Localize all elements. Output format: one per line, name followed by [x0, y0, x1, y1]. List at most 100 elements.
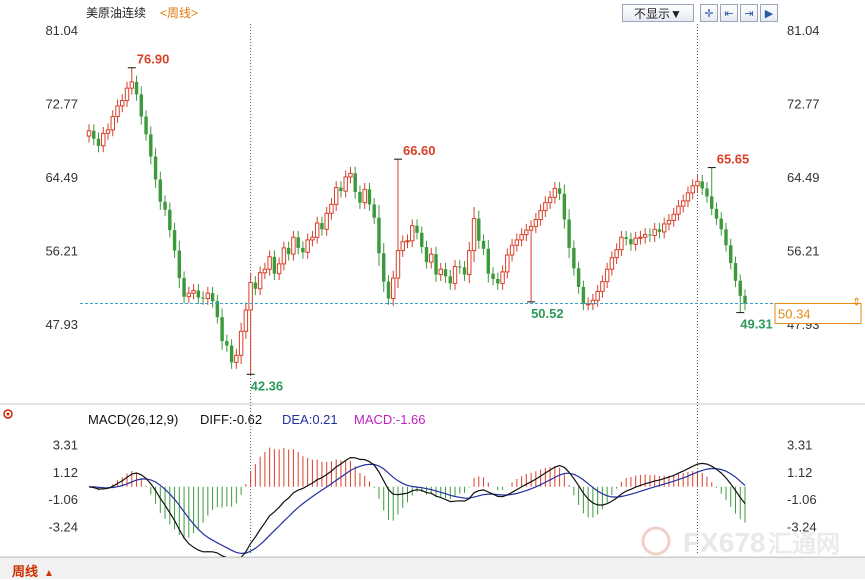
- macd-tick-label-right: 3.31: [787, 437, 812, 452]
- candle-body-down: [372, 204, 376, 218]
- candle-body-down: [301, 247, 305, 253]
- last-price-arrow-icon: ⇕: [852, 296, 861, 308]
- candle-body-down: [367, 189, 372, 205]
- candle-body-up: [642, 234, 648, 238]
- candle-body-up: [291, 236, 296, 255]
- candle-body-up: [191, 290, 196, 294]
- macd-dea-label: DEA:0.21: [282, 412, 338, 427]
- price-tick-label-right: 56.21: [787, 243, 820, 258]
- macd-diff-label: DIFF:-0.62: [200, 412, 262, 427]
- candle-body-down: [96, 138, 101, 146]
- candle-body-up: [186, 292, 192, 298]
- candle-body-up: [661, 223, 667, 233]
- candle-body-up: [452, 266, 458, 284]
- candle-body-up: [86, 130, 92, 137]
- candle-body-up: [509, 244, 515, 256]
- candle-body-up: [528, 226, 534, 231]
- candle-body-down: [158, 179, 163, 202]
- candle-body-down: [196, 290, 201, 298]
- bar-left-icon[interactable]: ⇤: [720, 4, 738, 22]
- crosshair-icon[interactable]: ✛: [700, 4, 718, 22]
- candle-body-down: [168, 209, 172, 231]
- candle-body-up: [676, 205, 681, 215]
- candle-body-up: [105, 129, 111, 134]
- period-tab[interactable]: 周线 ▲: [12, 561, 54, 580]
- candle-body-down: [182, 278, 186, 297]
- candle-body-down: [648, 234, 652, 236]
- candle-body-down: [557, 188, 562, 194]
- candle-body-up: [519, 234, 524, 241]
- candle-body-down: [144, 116, 148, 135]
- candle-body-down: [92, 130, 96, 139]
- candle-body-up: [652, 228, 657, 236]
- candle-body-up: [552, 187, 558, 198]
- candle-body-down: [386, 281, 391, 299]
- candle-body-up: [538, 210, 543, 221]
- candle-body-down: [353, 173, 357, 192]
- candle-body-up: [429, 253, 434, 263]
- symbol-name: 美原油连续: [86, 5, 146, 20]
- high-annotation: 66.60: [403, 143, 436, 158]
- candle-body-down: [382, 253, 386, 282]
- period-label[interactable]: <周线>: [160, 6, 198, 20]
- candle-body-down: [477, 218, 481, 241]
- candle-body-down: [358, 191, 362, 203]
- high-annotation: 65.65: [717, 152, 750, 167]
- candle-body-down: [657, 229, 662, 232]
- candle-body-down: [377, 217, 381, 254]
- candle-body-up: [276, 263, 282, 275]
- candle-body-up: [310, 236, 315, 241]
- candle-body-down: [443, 269, 448, 277]
- candle-body-down: [729, 245, 733, 263]
- macd-axis-left: 3.31 1.12 -1.06 -3.24: [48, 437, 78, 534]
- candle-body-down: [253, 282, 258, 289]
- period-tab-label: 周线: [12, 564, 39, 579]
- candle-body-up: [329, 203, 334, 214]
- candle-body-up: [314, 222, 320, 238]
- bar-step-icon[interactable]: ⇥: [740, 4, 758, 22]
- candle-body-up: [124, 87, 130, 102]
- last-price-label: 50.34: [778, 306, 811, 321]
- candle-body-up: [619, 236, 624, 251]
- candle-body-down: [624, 237, 628, 240]
- candle-body-up: [671, 213, 676, 221]
- candle-body-down: [710, 196, 714, 209]
- candle-body-up: [685, 192, 691, 202]
- candle-body-up: [614, 249, 619, 259]
- candle-body-up: [471, 218, 477, 252]
- macd-tick-label-left: 1.12: [53, 465, 78, 480]
- candle-body-down: [705, 188, 709, 197]
- candle-body-down: [296, 237, 300, 248]
- candle-body-up: [248, 282, 253, 311]
- candle-body-up: [467, 250, 472, 276]
- price-tick-label-left: 64.49: [45, 170, 78, 185]
- hide-indicator-dropdown[interactable]: 不显示▼: [622, 4, 694, 22]
- candle-body-down: [629, 239, 633, 245]
- candle-body-down: [733, 262, 738, 281]
- candle-body-up: [666, 219, 672, 225]
- candle-body-up: [305, 239, 310, 253]
- candle-body-down: [177, 250, 182, 279]
- annotations: 76.90 42.36 66.60 50.52 65.65 49.31 50.34 ⇕: [80, 52, 862, 393]
- candle-body-up: [638, 236, 643, 239]
- bar-right-icon[interactable]: ▶: [760, 4, 778, 22]
- candle-body-down: [320, 223, 324, 230]
- candle-body-up: [595, 290, 600, 301]
- candle-body-up: [400, 241, 405, 252]
- candle-body-up: [524, 229, 529, 236]
- candle-body-down: [562, 193, 567, 220]
- candle-body-up: [514, 239, 520, 246]
- candle-body-down: [572, 247, 576, 269]
- candle-body-down: [225, 341, 229, 346]
- candle-body-up: [410, 225, 415, 242]
- candle-body-down: [486, 248, 491, 274]
- candle-body-down: [719, 218, 723, 230]
- price-tick-label-left: 47.93: [45, 317, 78, 332]
- candle-body-down: [163, 201, 167, 210]
- candle-body-down: [496, 278, 500, 284]
- candle-body-down: [724, 229, 728, 246]
- price-tick-label-left: 81.04: [45, 23, 78, 38]
- macd-indicator-label[interactable]: MACD(26,12,9): [88, 412, 178, 427]
- candle-body-down: [738, 280, 742, 296]
- macd-tick-label-right: 1.12: [787, 465, 812, 480]
